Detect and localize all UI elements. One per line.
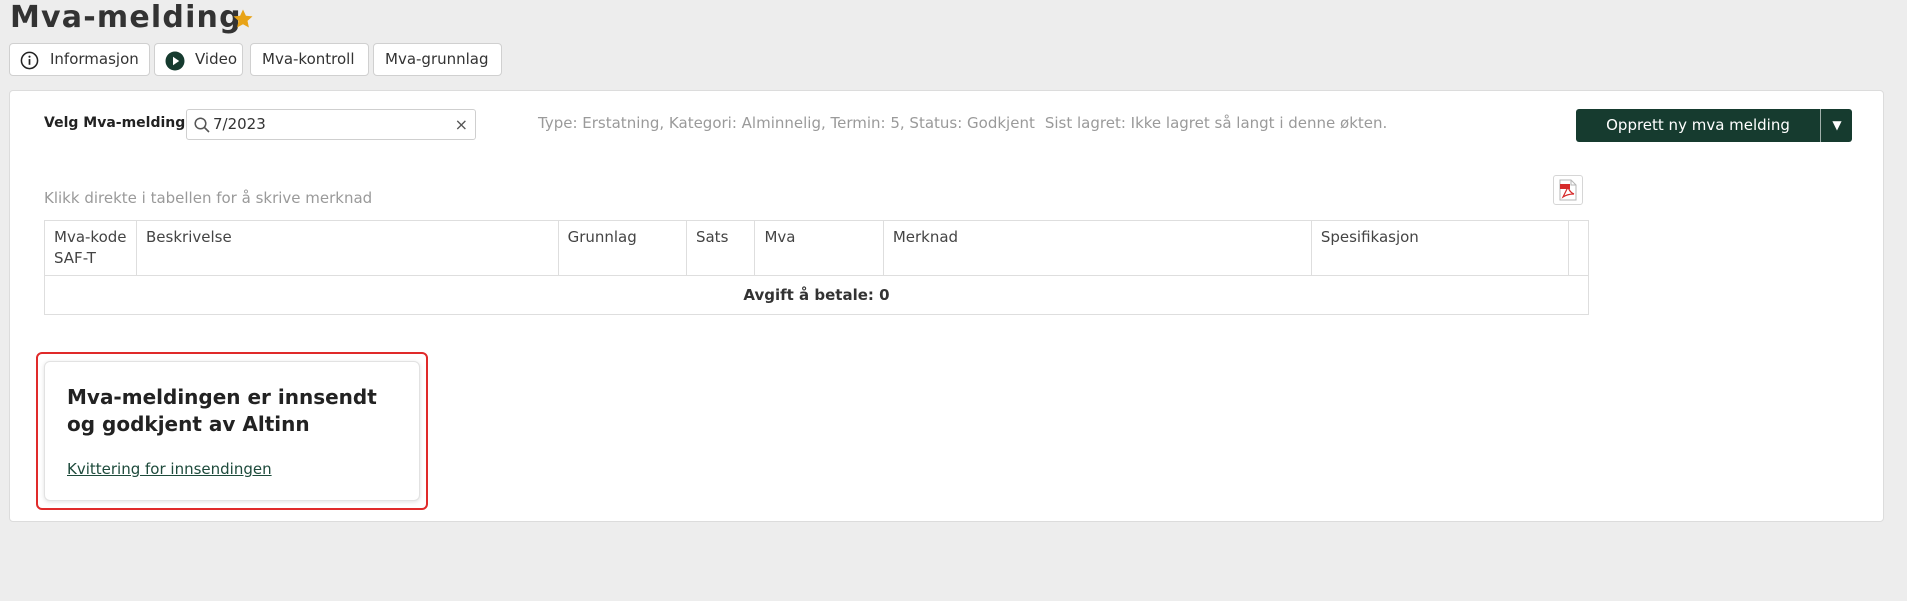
pdf-icon[interactable] [1553,175,1583,205]
play-icon [165,51,185,71]
column-spesifikasjon: Spesifikasjon [1310,220,1569,276]
submission-notice: Mva-meldingen er innsendt og godkjent av… [44,361,420,501]
star-icon[interactable] [231,7,255,31]
search-icon [194,117,210,133]
column-grunnlag: Grunnlag [557,220,687,276]
last-saved: Sist lagret: Ikke lagret så langt i denn… [1044,114,1388,132]
tab-mva-grunnlag[interactable]: Mva-grunnlag [373,43,502,76]
tab-mva-grunnlag-label: Mva-grunnlag [385,50,489,68]
status-details: Type: Erstatning, Kategori: Alminnelig, … [538,114,1035,132]
table-hint: Klikk direkte i tabellen for å skrive me… [44,189,373,207]
notice-title: Mva-meldingen er innsendt og godkjent av… [67,385,377,436]
tab-mva-kontroll[interactable]: Mva-kontroll [250,43,369,76]
tab-video-label: Video [195,50,238,68]
info-icon [20,51,39,70]
column-merknad: Merknad [882,220,1312,276]
total-row: Avgift å betale: 0 [44,275,1589,315]
column-mva: Mva [754,220,884,276]
tab-mva-kontroll-label: Mva-kontroll [262,50,355,68]
tab-informasjon[interactable]: Informasjon [9,43,150,76]
receipt-link[interactable]: Kvittering for innsendingen [67,460,272,478]
status-text: Type: Erstatning, Kategori: Alminnelig, … [538,114,1387,132]
button-divider [1820,109,1821,142]
tab-informasjon-label: Informasjon [50,50,139,68]
caret-down-icon[interactable]: ▼ [1822,109,1852,142]
select-mva-label: Velg Mva-melding: [44,115,191,131]
close-icon[interactable]: × [455,115,468,134]
mva-search-field[interactable]: × [186,109,476,140]
column-sats: Sats [685,220,756,276]
column-scroll-gutter [1567,220,1590,276]
vat-table: Mva-kode SAF-T Beskrivelse Grunnlag Sats… [43,220,1590,315]
create-mva-button[interactable]: Opprett ny mva melding [1576,109,1820,142]
page-title: Mva-melding [10,0,242,35]
column-mva-kode: Mva-kode SAF-T [43,220,138,276]
main-panel: Velg Mva-melding: × Type: Erstatning, Ka… [9,90,1884,522]
column-beskrivelse: Beskrivelse [136,220,559,276]
create-mva-button-group: Opprett ny mva melding ▼ [1576,109,1852,142]
mva-search-input[interactable] [213,115,433,133]
tab-video[interactable]: Video [154,43,243,76]
